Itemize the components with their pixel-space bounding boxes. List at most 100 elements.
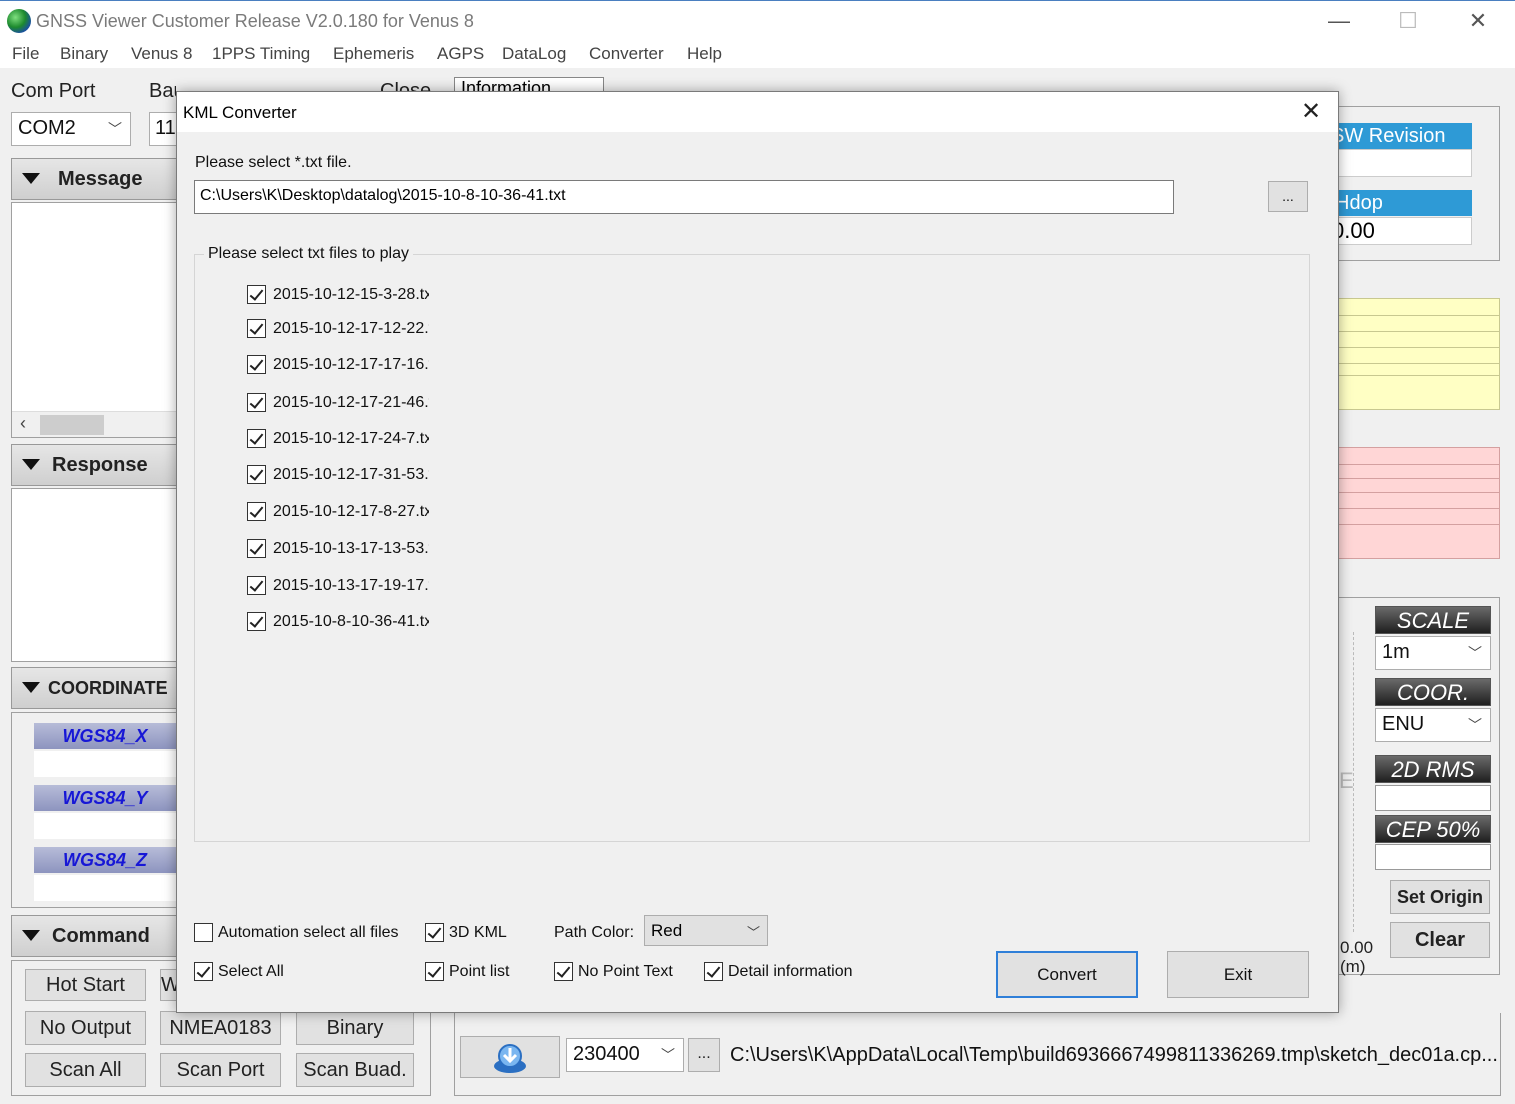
response-section-header[interactable]: Response	[11, 444, 177, 486]
cep-label: CEP 50%	[1375, 815, 1491, 843]
set-origin-button[interactable]: Set Origin	[1390, 880, 1490, 914]
globe-icon	[7, 9, 31, 33]
file-item[interactable]: 2015-10-13-17-13-53.txt	[247, 539, 447, 561]
hdop-value: 0.00	[1338, 218, 1375, 243]
dialog-close-button[interactable]: ✕	[1289, 97, 1333, 127]
rms-value	[1375, 785, 1491, 811]
no-point-text-label: No Point Text	[578, 963, 673, 980]
file-name: 2015-10-13-17-13-53.txt	[273, 540, 429, 557]
scroll-left-icon[interactable]: ‹	[20, 413, 26, 434]
browse-firmware-button[interactable]: ...	[688, 1038, 720, 1072]
file-item[interactable]: 2015-10-12-17-24-7.txt	[247, 429, 447, 451]
collapse-triangle-icon	[22, 682, 40, 693]
scan-baud-button[interactable]: Scan Buad.	[296, 1053, 414, 1087]
response-title: Response	[52, 454, 148, 476]
coordinate-title: COORDINATE	[48, 678, 168, 698]
kml3d-checkbox[interactable]	[425, 923, 444, 942]
chevron-down-icon: ﹀	[1468, 717, 1482, 733]
checkbox[interactable]	[247, 429, 266, 448]
file-item[interactable]: 2015-10-12-17-17-16.txt	[247, 355, 447, 377]
file-name: 2015-10-13-17-19-17.txt	[273, 577, 429, 594]
minimize-button[interactable]: —	[1316, 7, 1362, 35]
download-button[interactable]	[460, 1036, 560, 1078]
checkbox[interactable]	[247, 576, 266, 595]
dialog-titlebar: KML Converter ✕	[177, 92, 1338, 132]
file-list-group-label: Please select txt files to play	[204, 245, 413, 263]
message-section-header[interactable]: Message	[11, 158, 177, 200]
wgs84-x-value	[34, 751, 176, 777]
path-color-select[interactable]: Red ﹀	[644, 915, 768, 946]
maximize-button[interactable]: ☐	[1385, 7, 1431, 35]
checkbox[interactable]	[247, 539, 266, 558]
menu-binary[interactable]: Binary	[60, 44, 108, 64]
binary-button[interactable]: Binary	[296, 1011, 414, 1045]
menu-agps[interactable]: AGPS	[437, 44, 484, 64]
nmea0183-button[interactable]: NMEA0183	[160, 1011, 281, 1045]
checkbox[interactable]	[247, 465, 266, 484]
file-item[interactable]: 2015-10-13-17-19-17.txt	[247, 576, 447, 598]
file-path-input[interactable]: C:\Users\K\Desktop\datalog\2015-10-8-10-…	[194, 180, 1174, 214]
scan-port-button[interactable]: Scan Port	[160, 1053, 281, 1087]
detail-info-label: Detail information	[728, 963, 853, 980]
no-point-text-checkbox[interactable]	[554, 962, 573, 981]
dialog-title: KML Converter	[183, 103, 297, 122]
close-button[interactable]: ✕	[1455, 7, 1501, 35]
message-list[interactable]: ‹	[11, 202, 177, 438]
wgs84-z-value	[34, 875, 176, 901]
no-output-button[interactable]: No Output	[25, 1011, 146, 1045]
collapse-triangle-icon	[22, 930, 40, 941]
baudrate-select[interactable]: 11	[149, 112, 177, 146]
convert-button[interactable]: Convert	[996, 951, 1138, 998]
coor-select[interactable]: ENU ﹀	[1375, 708, 1491, 742]
file-item[interactable]: 2015-10-12-17-12-22.txt	[247, 319, 447, 341]
message-hscrollbar[interactable]: ‹	[12, 411, 176, 437]
menu-venus8[interactable]: Venus 8	[131, 44, 192, 64]
detail-info-checkbox[interactable]	[704, 962, 723, 981]
automation-checkbox[interactable]	[194, 923, 213, 942]
file-item[interactable]: 2015-10-8-10-36-41.txt	[247, 612, 447, 634]
checkbox[interactable]	[247, 502, 266, 521]
sw-revision-text: SW Revision	[1337, 125, 1446, 147]
chevron-down-icon: ﹀	[661, 1047, 675, 1063]
warm-start-button[interactable]: W	[160, 969, 177, 1001]
baudrate-value: 11	[155, 117, 176, 139]
clear-button[interactable]: Clear	[1390, 922, 1490, 958]
checkbox[interactable]	[247, 355, 266, 374]
path-color-value: Red	[651, 921, 683, 940]
coordinate-section-header[interactable]: COORDINATE	[11, 667, 177, 709]
menu-help[interactable]: Help	[687, 44, 722, 64]
checkbox[interactable]	[247, 319, 266, 338]
scroll-thumb[interactable]	[40, 415, 104, 435]
menu-datalog[interactable]: DataLog	[502, 44, 566, 64]
coordinate-panel: WGS84_X WGS84_Y WGS84_Z	[11, 712, 177, 908]
checkbox[interactable]	[247, 612, 266, 631]
download-icon	[494, 1044, 526, 1073]
menu-file[interactable]: File	[12, 44, 39, 64]
hot-start-button[interactable]: Hot Start	[25, 969, 146, 1001]
browse-button[interactable]: ...	[1268, 181, 1308, 212]
baudrate-label: Baudrate	[149, 80, 176, 102]
menu-converter[interactable]: Converter	[589, 44, 664, 64]
file-item[interactable]: 2015-10-12-15-3-28.txt	[247, 285, 447, 307]
select-all-checkbox[interactable]	[194, 962, 213, 981]
menu-ephemeris[interactable]: Ephemeris	[333, 44, 414, 64]
information-tab[interactable]: Information	[454, 77, 604, 92]
file-name: 2015-10-12-17-21-46.txt	[273, 394, 429, 411]
checkbox[interactable]	[247, 393, 266, 412]
file-item[interactable]: 2015-10-12-17-8-27.txt	[247, 502, 447, 524]
scan-all-button[interactable]: Scan All	[25, 1053, 146, 1087]
file-item[interactable]: 2015-10-12-17-21-46.txt	[247, 393, 447, 415]
download-baud-select[interactable]: 230400 ﹀	[566, 1038, 684, 1072]
checkbox[interactable]	[247, 285, 266, 304]
scale-select[interactable]: 1m ﹀	[1375, 636, 1491, 670]
command-section-header[interactable]: Command	[11, 915, 177, 957]
menu-1pps-timing[interactable]: 1PPS Timing	[212, 44, 310, 64]
automation-label: Automation select all files	[218, 924, 399, 941]
wgs84-y-value	[34, 813, 176, 839]
com-port-select[interactable]: COM2 ﹀	[11, 112, 131, 146]
file-item[interactable]: 2015-10-12-17-31-53.txt	[247, 465, 447, 487]
response-list[interactable]	[11, 488, 177, 662]
exit-button[interactable]: Exit	[1167, 951, 1309, 998]
window-titlebar: GNSS Viewer Customer Release V2.0.180 fo…	[0, 0, 1515, 40]
point-list-checkbox[interactable]	[425, 962, 444, 981]
